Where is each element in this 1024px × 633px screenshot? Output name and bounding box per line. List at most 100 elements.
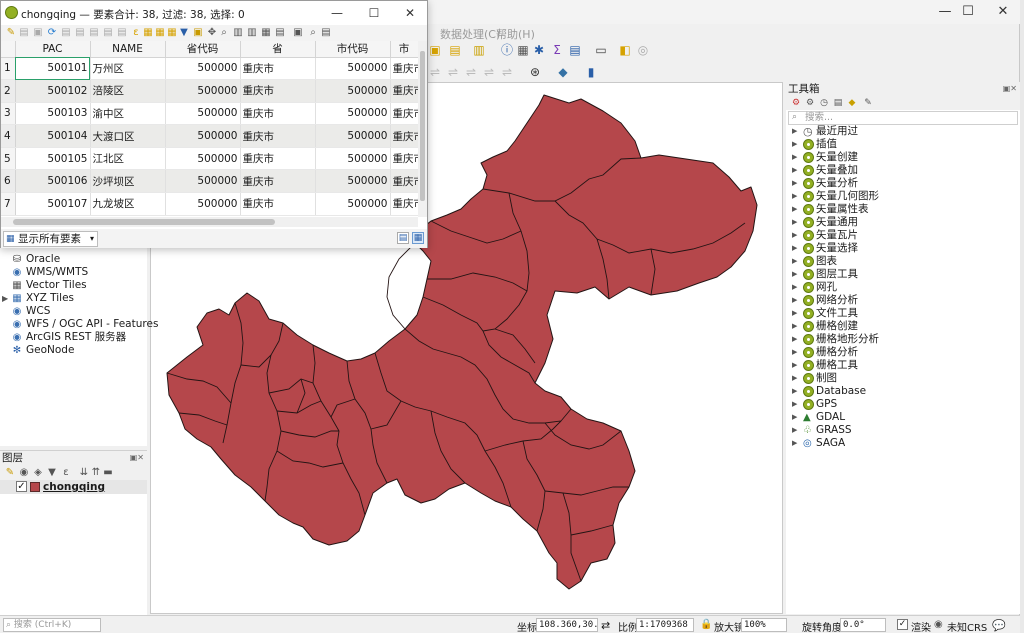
identify-icon[interactable]: ⓘ [500,43,514,57]
table-row[interactable]: 1 500101 万州区 500000 重庆市 500000 重庆市 [1,57,418,81]
browser-item-arcgis[interactable]: ◉ ArcGIS REST 服务器 [0,331,147,344]
browser-item-wfs[interactable]: ◉ WFS / OGC API - Features [0,318,159,331]
actions-icon[interactable]: ▣ [291,26,305,40]
manage-icon[interactable]: ◈ [31,466,45,480]
toolbox-group[interactable]: ▶ 栅格分析 [786,346,1020,359]
table-cell[interactable]: 重庆市 [240,147,316,171]
table-cell[interactable]: 重庆市 [240,57,316,81]
scripts-icon[interactable]: ⚙ [803,96,817,110]
toolbox-group[interactable]: ▶ Database [786,385,1020,398]
remove-layer-icon[interactable]: ▬ [101,466,115,480]
minimize-button[interactable]: — [319,1,355,25]
layer-visibility-checkbox[interactable]: ✓ [16,481,27,492]
expand-arrow-icon[interactable]: ▶ [792,372,797,385]
plugin-icon[interactable]: ⊛ [528,65,542,79]
zoom-map-icon[interactable]: ⌕ [306,26,320,40]
rotation-field[interactable]: 0.0° [840,618,886,632]
book-icon[interactable]: ▮ [584,65,598,79]
table-cell[interactable]: 重庆市 [240,102,316,126]
table-cell[interactable]: 500000 [315,169,391,194]
paste-icon[interactable]: ▤ [115,26,129,40]
expand-arrow-icon[interactable]: ▶ [792,190,797,203]
row-number[interactable]: 3 [1,102,16,126]
table-cell[interactable]: 沙坪坝区 [90,169,166,194]
form-view-icon[interactable]: ▤ [397,232,409,244]
expand-arrow-icon[interactable]: ▶ [792,398,797,411]
multi-edit-icon[interactable]: ▤ [17,26,31,40]
table-cell[interactable]: 500000 [315,57,391,81]
table-cell[interactable]: 重庆市 [390,57,418,81]
scale-field[interactable]: 1:1709368 [636,618,694,632]
table-cell[interactable]: 500000 [165,57,241,81]
column-header[interactable]: 省代码 [165,41,241,58]
close-button[interactable]: ✕ [980,0,1024,24]
browser-item-geonode[interactable]: ✻ GeoNode [0,344,147,357]
table-cell[interactable]: 万州区 [90,57,166,81]
table-cell[interactable]: 500000 [315,102,391,126]
table-cell[interactable]: 重庆市 [240,124,316,148]
toolbox-group[interactable]: ▶ 矢量创建 [786,151,1020,164]
scrollbar-thumb[interactable] [13,219,275,225]
row-number[interactable]: 6 [1,169,16,194]
toolbox-group[interactable]: ▶ 制图 [786,372,1020,385]
reload-icon[interactable]: ⟳ [45,26,59,40]
toolbox-group[interactable]: ▶ GPS [786,398,1020,411]
expand-arrow-icon[interactable]: ▶ [792,125,797,138]
column-header[interactable]: PAC [15,41,91,58]
history-icon[interactable]: ◷ [817,96,831,110]
toggle-extents-icon[interactable]: ⇄ [601,619,610,632]
toolbox-group[interactable]: ▶ 栅格创建 [786,320,1020,333]
digitize-icon-3[interactable]: ⇌ [464,65,478,79]
table-cell[interactable]: 500107 [15,192,91,216]
table-cell[interactable]: 500105 [15,147,91,171]
table-row[interactable]: 3 500103 渝中区 500000 重庆市 500000 重庆市 [1,102,418,126]
save-edits-icon[interactable]: ▣ [31,26,45,40]
panel-float-icon[interactable]: ▣✕ [130,451,144,465]
annotation-icon[interactable]: ◧ [618,43,632,57]
table-corner[interactable] [1,41,16,58]
style-icon[interactable]: ✎ [3,466,17,480]
expand-arrow-icon[interactable]: ▶ [792,294,797,307]
digitize-icon-2[interactable]: ⇌ [446,65,460,79]
toolbox-group[interactable]: ▶ 文件工具 [786,307,1020,320]
table-cell[interactable]: 江北区 [90,147,166,171]
expand-arrow-icon[interactable]: ▶ [792,255,797,268]
toolbox-group-saga[interactable]: ▶ ◎ SAGA [786,437,1020,450]
table-cell[interactable]: 500000 [315,147,391,171]
feature-filter-dropdown[interactable]: ▦ 显示所有要素 ▾ [3,231,98,247]
toolbox-group[interactable]: ▶ 图层工具 [786,268,1020,281]
filter-icon[interactable]: ▼ [177,26,191,40]
expand-arrow-icon[interactable]: ▶ [792,138,797,151]
toolbox-group[interactable]: ▶ 矢量瓦片 [786,229,1020,242]
toggle-editing-icon[interactable]: ✎ [4,26,18,40]
toolbox-group[interactable]: ▶ 栅格地形分析 [786,333,1020,346]
table-cell[interactable]: 500101 [15,57,91,81]
browser-item-xyz-tiles[interactable]: ▶ ▦ XYZ Tiles [0,292,147,305]
table-cell[interactable]: 500103 [15,102,91,126]
table-cell[interactable]: 500000 [165,169,241,194]
expand-arrow-icon[interactable]: ▶ [792,151,797,164]
filter-icon[interactable]: ▼ [45,466,59,480]
locator-search-input[interactable]: ⌕ 搜索 (Ctrl+K) [3,618,101,632]
options-icon[interactable]: ✎ [861,96,875,110]
table-cell[interactable]: 500000 [165,192,241,216]
table-cell[interactable]: 重庆市 [390,192,418,216]
vertical-scrollbar[interactable] [418,41,427,217]
table-cell[interactable]: 500000 [315,124,391,148]
table-cell[interactable]: 500000 [315,192,391,216]
table-cell[interactable]: 涪陵区 [90,79,166,103]
expand-arrow-icon[interactable]: ▶ [792,411,797,424]
coordinate-field[interactable]: 108.360,30.483 [536,618,598,632]
select-icon[interactable]: ▣ [428,43,442,57]
browser-item-vector-tiles[interactable]: ▦ Vector Tiles [0,279,147,292]
expand-arrow-icon[interactable]: ▶ [792,333,797,346]
row-number[interactable]: 7 [1,192,16,216]
settings-icon[interactable]: ✱ [532,43,546,57]
panel-float-icon[interactable]: ▣✕ [1003,82,1017,96]
models-icon[interactable]: ⚙ [789,96,803,110]
toolbox-group-gdal[interactable]: ▶ ▲ GDAL [786,411,1020,424]
delete-feature-icon[interactable]: ▤ [73,26,87,40]
toolbox-search-input[interactable]: ⌕ 搜索... [788,111,1018,125]
browser-item-oracle[interactable]: ⛁ Oracle [0,253,147,266]
render-checkbox[interactable]: ✓ [897,619,908,630]
